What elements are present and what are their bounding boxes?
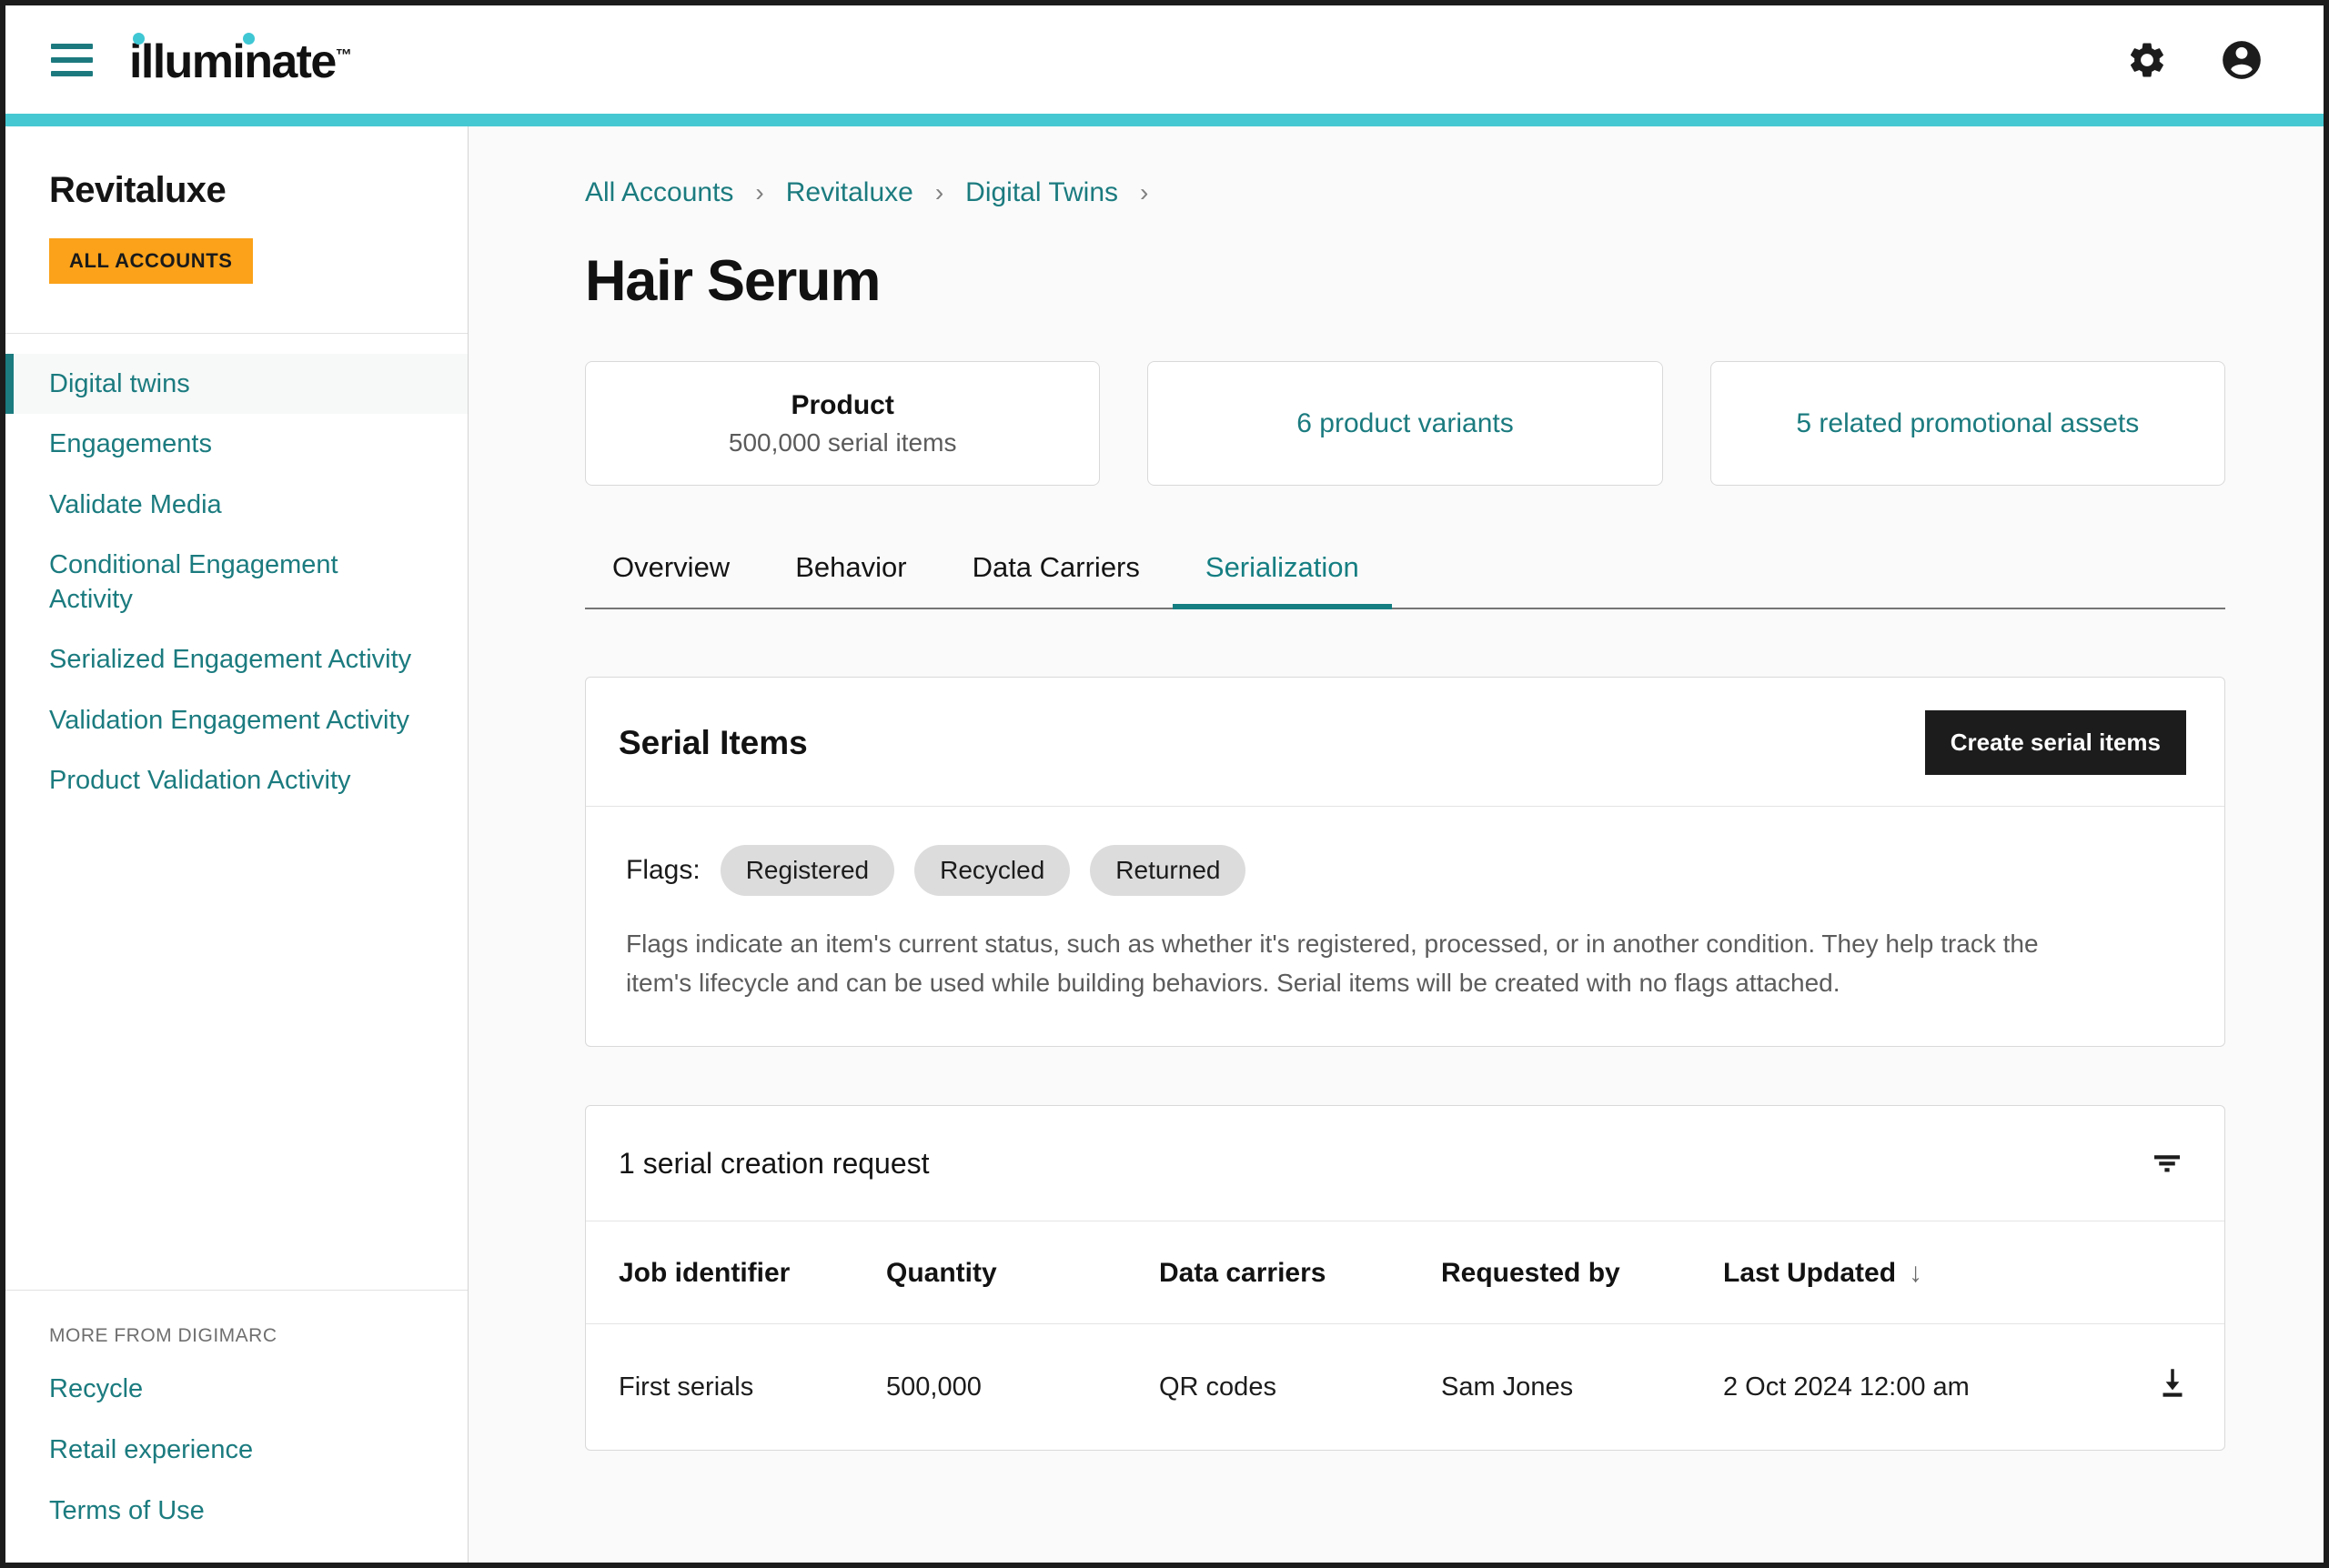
cell-last-updated: 2 Oct 2024 12:00 am <box>1723 1372 1970 1402</box>
card-product-title: Product <box>791 389 894 420</box>
hamburger-menu-icon[interactable] <box>51 43 93 76</box>
tab-data-carriers[interactable]: Data Carriers <box>940 551 1173 609</box>
card-product[interactable]: Product 500,000 serial items <box>585 361 1101 486</box>
account-name: Revitaluxe <box>49 170 227 210</box>
cell-data-carriers: QR codes <box>1159 1372 1276 1402</box>
sidebar-link-retail-experience[interactable]: Retail experience <box>49 1435 424 1465</box>
logo-dot-icon <box>243 32 255 45</box>
sidebar-item-validation-engagement-activity[interactable]: Validation Engagement Activity <box>5 690 468 750</box>
main-content: All Accounts › Revitaluxe › Digital Twin… <box>469 126 2324 1563</box>
all-accounts-button[interactable]: ALL ACCOUNTS <box>49 238 253 284</box>
cell-job-identifier: First serials <box>619 1372 754 1402</box>
sidebar-item-product-validation-activity[interactable]: Product Validation Activity <box>5 750 468 810</box>
cell-requested-by: Sam Jones <box>1441 1372 1574 1402</box>
hamburger-bar <box>51 70 93 76</box>
table-row[interactable]: First serials 500,000 QR codes Sam Jones… <box>586 1324 2224 1451</box>
logo-trademark: ™ <box>335 45 352 65</box>
gear-icon[interactable] <box>2118 31 2176 89</box>
hamburger-bar <box>51 43 93 49</box>
hamburger-bar <box>51 56 93 63</box>
logo-text: illuminate <box>129 35 337 88</box>
flags-label: Flags: <box>626 855 701 885</box>
card-promotional-assets[interactable]: 5 related promotional assets <box>1709 361 2225 486</box>
table-header: Job identifier Quantity Data carriers Re… <box>586 1221 2224 1325</box>
table-header-row: Job identifier Quantity Data carriers Re… <box>586 1221 2224 1325</box>
card-product-subtitle: 500,000 serial items <box>728 427 957 457</box>
column-header-requested-by[interactable]: Requested by <box>1441 1221 1723 1325</box>
accent-bar <box>5 114 2324 126</box>
sidebar-item-engagements[interactable]: Engagements <box>5 414 468 474</box>
filter-icon[interactable] <box>2148 1144 2186 1182</box>
sidebar: Revitaluxe ALL ACCOUNTS Digital twins En… <box>5 126 469 1563</box>
flags-row: Flags: Registered Recycled Returned <box>586 807 2224 896</box>
breadcrumb-item-revitaluxe[interactable]: Revitaluxe <box>786 177 913 208</box>
tab-bar: Overview Behavior Data Carriers Serializ… <box>585 549 2225 609</box>
serial-creation-requests-panel: 1 serial creation request Job identifier <box>585 1105 2225 1452</box>
sidebar-link-recycle[interactable]: Recycle <box>49 1374 424 1404</box>
sidebar-account-section: Revitaluxe ALL ACCOUNTS <box>5 126 468 334</box>
sidebar-nav: Digital twins Engagements Validate Media… <box>5 334 468 1290</box>
serial-items-panel: Serial Items Create serial items Flags: … <box>585 677 2225 1048</box>
breadcrumb-item-digital-twins[interactable]: Digital Twins <box>965 177 1118 208</box>
flag-chip-recycled[interactable]: Recycled <box>914 845 1071 896</box>
app-window: illuminate™ Revitaluxe ALL ACCOUNTS Digi… <box>5 5 2324 1563</box>
account-circle-icon[interactable] <box>2213 31 2271 89</box>
more-from-digimarc-label: MORE FROM DIGIMARC <box>49 1325 277 1346</box>
column-header-quantity[interactable]: Quantity <box>886 1221 1159 1325</box>
column-header-data-carriers[interactable]: Data carriers <box>1159 1221 1441 1325</box>
tab-serialization[interactable]: Serialization <box>1172 551 1392 609</box>
requests-count-label: 1 serial creation request <box>619 1146 930 1180</box>
column-header-actions <box>2115 1221 2224 1325</box>
cell-quantity: 500,000 <box>886 1372 982 1402</box>
tab-behavior[interactable]: Behavior <box>762 551 939 609</box>
column-header-last-updated[interactable]: Last Updated ↓ <box>1723 1221 2115 1325</box>
card-product-variants[interactable]: 6 product variants <box>1147 361 1663 486</box>
sidebar-item-serialized-engagement-activity[interactable]: Serialized Engagement Activity <box>5 629 468 689</box>
card-promotional-assets-label: 5 related promotional assets <box>1796 407 2140 438</box>
sidebar-link-terms-of-use[interactable]: Terms of Use <box>49 1496 424 1526</box>
top-bar: illuminate™ <box>5 5 2324 114</box>
cell-actions <box>2115 1324 2224 1451</box>
flag-chip-returned[interactable]: Returned <box>1090 845 1246 896</box>
serial-items-title: Serial Items <box>619 723 808 761</box>
sidebar-item-conditional-engagement-activity[interactable]: Conditional Engagement Activity <box>5 535 468 630</box>
serial-items-panel-header: Serial Items Create serial items <box>586 678 2224 807</box>
requests-panel-header: 1 serial creation request <box>586 1106 2224 1222</box>
download-icon[interactable] <box>2153 1364 2192 1402</box>
serial-creation-requests-table: Job identifier Quantity Data carriers Re… <box>586 1221 2224 1450</box>
create-serial-items-button[interactable]: Create serial items <box>1924 710 2186 775</box>
logo-dot-icon <box>133 32 145 45</box>
breadcrumb-separator-icon: › <box>755 178 764 206</box>
summary-cards: Product 500,000 serial items 6 product v… <box>585 361 2225 486</box>
column-header-last-updated-label: Last Updated <box>1723 1258 1897 1289</box>
card-product-variants-label: 6 product variants <box>1296 407 1514 438</box>
breadcrumb-separator-icon: › <box>1140 178 1149 206</box>
flags-description: Flags indicate an item's current status,… <box>626 930 2039 997</box>
page-title: Hair Serum <box>585 249 881 313</box>
body-wrapper: Revitaluxe ALL ACCOUNTS Digital twins En… <box>5 126 2324 1563</box>
column-header-job-identifier[interactable]: Job identifier <box>586 1221 886 1325</box>
tab-overview[interactable]: Overview <box>585 551 762 609</box>
breadcrumb-separator-icon: › <box>934 178 944 206</box>
table-body: First serials 500,000 QR codes Sam Jones… <box>586 1324 2224 1451</box>
app-logo[interactable]: illuminate™ <box>129 32 352 88</box>
sort-descending-icon: ↓ <box>1909 1258 1923 1289</box>
breadcrumb-item-all-accounts[interactable]: All Accounts <box>585 177 733 208</box>
sidebar-item-validate-media[interactable]: Validate Media <box>5 475 468 535</box>
sidebar-item-digital-twins[interactable]: Digital twins <box>5 354 468 415</box>
breadcrumb: All Accounts › Revitaluxe › Digital Twin… <box>585 177 2225 208</box>
sidebar-more-section: MORE FROM DIGIMARC Recycle Retail experi… <box>5 1290 468 1563</box>
flag-chip-registered[interactable]: Registered <box>720 845 895 896</box>
